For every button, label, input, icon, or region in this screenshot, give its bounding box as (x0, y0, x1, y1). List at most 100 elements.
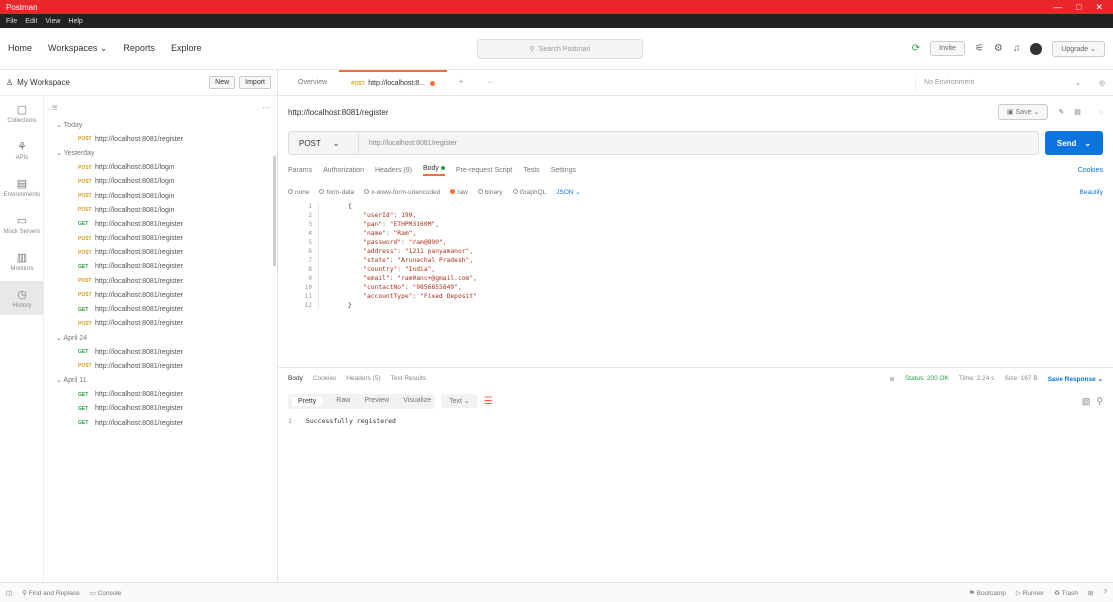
response-format-select[interactable]: Text ⌄ (441, 394, 478, 408)
maximize-button[interactable]: □ (1076, 2, 1081, 13)
res-tab-headers[interactable]: Headers (5) (346, 375, 380, 382)
radio-graphql[interactable]: GraphQL (512, 188, 546, 196)
history-item[interactable]: GET http://localhost:8081/register (44, 388, 278, 402)
tab-pre-request-script[interactable]: Pre-request Script (456, 167, 512, 174)
history-item[interactable]: POST http://localhost:8081/login (44, 189, 278, 203)
radio-binary[interactable]: binary (477, 188, 503, 196)
history-item[interactable]: GET http://localhost:8081/register (44, 302, 278, 316)
history-item[interactable]: GET http://localhost:8081/register (44, 416, 278, 430)
minimize-button[interactable]: — (1053, 2, 1062, 13)
sync-icon[interactable]: ⟳ (912, 43, 920, 54)
nav-home[interactable]: Home (8, 43, 32, 54)
tab-authorization[interactable]: Authorization (323, 167, 364, 174)
layout-icon[interactable]: ⊞ (1088, 589, 1093, 597)
import-button[interactable]: Import (239, 76, 271, 89)
history-item[interactable]: POST http://localhost:8081/login (44, 175, 278, 189)
search-response-icon[interactable]: ⚲ (1096, 396, 1103, 407)
menu-file[interactable]: File (6, 18, 17, 25)
sidebar-nav-monitors[interactable]: ▥ Monitors (0, 244, 44, 278)
view-preview[interactable]: Preview (364, 397, 389, 406)
history-group[interactable]: ⌄ Yesterday (44, 146, 278, 160)
sidebar-nav-environments[interactable]: ▤ Environments (0, 170, 44, 204)
invite-button[interactable]: Invite (930, 41, 965, 56)
send-button[interactable]: Send ⌄ (1045, 131, 1103, 155)
history-item[interactable]: POST http://localhost:8081/login (44, 203, 278, 217)
more-options-icon[interactable]: ··· (262, 103, 270, 112)
tab-tests[interactable]: Tests (523, 167, 539, 174)
res-tab-body[interactable]: Body (288, 375, 303, 382)
history-item[interactable]: POST http://localhost:8081/register (44, 274, 278, 288)
env-chevron-icon[interactable]: ⌄ (1065, 79, 1091, 87)
settings-icon[interactable]: ⚙ (994, 43, 1003, 54)
console-button[interactable]: ▭ Console (90, 589, 122, 597)
trash-button[interactable]: ♻ Trash (1054, 589, 1078, 597)
history-item[interactable]: POST http://localhost:8081/register (44, 232, 278, 246)
environment-select[interactable]: No Environment (915, 73, 1065, 92)
history-group[interactable]: ⌄ Today (44, 118, 278, 132)
tab-headers[interactable]: Headers (9) (375, 167, 412, 174)
edit-icon[interactable]: ✎ (1058, 108, 1064, 116)
body-editor[interactable]: 1{2 "userId": 199, 3 "pan": "ETHPM3160M",… (288, 202, 1113, 367)
new-button[interactable]: New (209, 76, 236, 89)
avatar[interactable] (1030, 42, 1043, 55)
history-item[interactable]: POST http://localhost:8081/register (44, 288, 278, 302)
copy-icon[interactable]: ▧ (1082, 396, 1091, 407)
history-item[interactable]: GET http://localhost:8081/register (44, 217, 278, 231)
history-item[interactable]: POST http://localhost:8081/register (44, 132, 278, 146)
tab-overview[interactable]: Overview (286, 70, 339, 96)
history-item[interactable]: POST http://localhost:8081/register (44, 246, 278, 260)
sidebar-nav-mock-servers[interactable]: ▭ Mock Servers (0, 207, 44, 241)
env-eye-icon[interactable]: ◎ (1091, 79, 1113, 87)
save-response-button[interactable]: Save Response ⌄ (1048, 375, 1103, 383)
radio-raw[interactable]: raw (450, 188, 468, 196)
history-item[interactable]: GET http://localhost:8081/register (44, 260, 278, 274)
sidebar-nav-history[interactable]: ◷ History (0, 281, 44, 315)
menu-edit[interactable]: Edit (25, 18, 37, 25)
menu-view[interactable]: View (45, 18, 60, 25)
history-item[interactable]: POST http://localhost:8081/login (44, 161, 278, 175)
workspace-name[interactable]: My Workspace (17, 78, 70, 87)
nav-reports[interactable]: Reports (123, 43, 155, 54)
beautify-link[interactable]: Beautify (1080, 189, 1104, 196)
tabs-more-button[interactable]: ··· (475, 70, 506, 96)
docs-icon[interactable]: ▤ (1074, 108, 1081, 116)
tab-active-request[interactable]: POST http://localhost:8... (339, 69, 447, 96)
wrap-lines-icon[interactable]: ☰ (484, 396, 493, 407)
history-item[interactable]: GET http://localhost:8081/register (44, 345, 278, 359)
satellite-icon[interactable]: ⚟ (975, 43, 984, 54)
nav-explore[interactable]: Explore (171, 43, 202, 54)
sidebar-toggle-icon[interactable]: ◫ (6, 589, 12, 597)
view-raw[interactable]: Raw (336, 397, 350, 406)
sidebar-nav-collections[interactable]: ▢ Collections (0, 96, 44, 130)
history-item[interactable]: POST http://localhost:8081/register (44, 359, 278, 373)
bootcamp-button[interactable]: ⚑ Bootcamp (969, 589, 1006, 597)
view-pretty[interactable]: Pretty (292, 396, 323, 406)
res-tab-cookies[interactable]: Cookies (313, 375, 336, 382)
tab-settings[interactable]: Settings (551, 167, 576, 174)
nav-workspaces[interactable]: Workspaces ⌄ (48, 43, 107, 54)
history-item[interactable]: GET http://localhost:8081/register (44, 402, 278, 416)
sidebar-nav-apis[interactable]: ⚘ APIs (0, 133, 44, 167)
comments-icon[interactable]: ◌ (1099, 109, 1103, 116)
request-title[interactable]: http://localhost:8081/register (288, 108, 389, 117)
upgrade-button[interactable]: Upgrade ⌄ (1052, 40, 1105, 57)
tab-body[interactable]: Body (422, 165, 445, 176)
find-replace-button[interactable]: ⚲ Find and Replace (22, 589, 80, 597)
help-icon[interactable]: ? (1103, 589, 1107, 597)
radio-none[interactable]: none (288, 188, 309, 196)
new-tab-button[interactable]: + (447, 70, 475, 96)
close-button[interactable]: ✕ (1095, 2, 1103, 13)
tab-params[interactable]: Params (288, 167, 312, 174)
history-group[interactable]: ⌄ April 11 (44, 373, 278, 387)
notifications-icon[interactable]: ♫ (1013, 43, 1021, 54)
history-group[interactable]: ⌄ April 24 (44, 331, 278, 345)
search-input[interactable]: ⚲ Search Postman (477, 39, 643, 59)
url-input[interactable]: http://localhost:8081/register (359, 140, 457, 147)
view-visualize[interactable]: Visualize (403, 397, 431, 406)
history-item[interactable]: POST http://localhost:8081/register (44, 317, 278, 331)
radio-form-data[interactable]: form-data (319, 188, 354, 196)
history-scrollbar[interactable] (273, 156, 276, 266)
menu-help[interactable]: Help (68, 18, 82, 25)
res-tab-test-results[interactable]: Test Results (391, 375, 426, 382)
save-button[interactable]: ▣ Save ⌄ (997, 104, 1049, 120)
